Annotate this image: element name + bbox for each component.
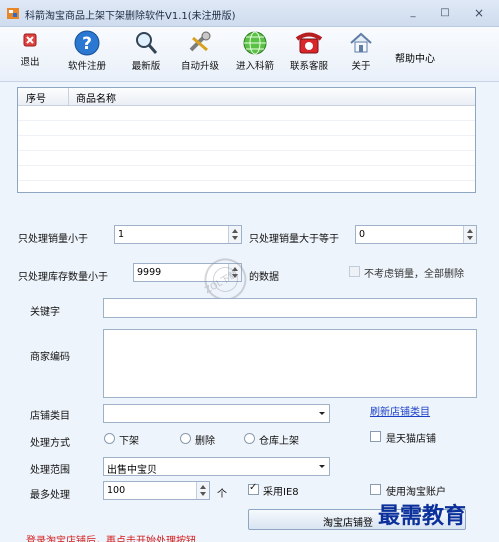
use-ie8-label: 采用IE8 <box>263 487 299 498</box>
max-spinner[interactable]: 100 <box>103 481 210 500</box>
exit-label: 退出 <box>20 57 40 68</box>
sales-more-spinner[interactable]: 0 <box>355 225 477 244</box>
max-label: 最多处理 <box>30 490 70 501</box>
latest-version-label: 最新版 <box>131 61 161 72</box>
radio-delete-label: 删除 <box>195 436 215 447</box>
contact-support-button[interactable]: 联系客服 <box>286 30 332 80</box>
auto-upgrade-label: 自动升级 <box>180 61 219 72</box>
sales-more-label: 只处理销量大于等于 <box>249 234 339 245</box>
use-ie8-checkbox[interactable] <box>248 482 259 495</box>
store-category-label: 店铺类目 <box>30 411 70 422</box>
window-title: 科箭淘宝商品上架下架删除软件V1.1(未注册版) <box>25 11 236 22</box>
enter-kejian-button[interactable]: 进入科箭 <box>232 30 278 80</box>
app-icon <box>7 8 19 19</box>
range-label: 处理范围 <box>30 465 70 476</box>
register-label: 软件注册 <box>67 61 106 72</box>
chevron-down-icon[interactable] <box>315 458 329 475</box>
minimize-button[interactable]: _ <box>404 5 422 21</box>
help-icon: ? <box>74 30 100 56</box>
range-value: 出售中宝贝 <box>107 465 157 476</box>
title-bar: 科箭淘宝商品上架下架删除软件V1.1(未注册版) _ □ × <box>0 0 499 27</box>
close-button[interactable]: × <box>470 5 488 21</box>
keyword-label: 关键字 <box>30 307 60 318</box>
tmall-checkbox[interactable] <box>370 431 381 442</box>
grid-header: 序号 商品名称 <box>18 88 475 106</box>
product-grid[interactable]: 序号 商品名称 <box>17 87 476 193</box>
exit-icon <box>23 33 37 47</box>
about-button[interactable]: 关于 <box>344 30 378 80</box>
keyword-input[interactable] <box>103 298 477 318</box>
help-center-link[interactable]: 帮助中心 <box>395 50 435 65</box>
stock-less-label: 只处理库存数量小于 <box>18 272 108 283</box>
merchant-code-label: 商家编码 <box>30 352 70 363</box>
globe-icon <box>243 31 267 55</box>
max-unit: 个 <box>217 489 227 500</box>
merchant-code-textarea[interactable] <box>103 329 477 398</box>
radio-unlist-label: 下架 <box>119 436 139 447</box>
enter-kejian-label: 进入科箭 <box>235 61 274 72</box>
latest-version-button[interactable]: 最新版 <box>127 30 165 80</box>
sales-more-value: 0 <box>359 229 366 240</box>
chevron-down-icon[interactable] <box>315 405 329 422</box>
store-category-select[interactable] <box>103 404 330 423</box>
magnifier-icon <box>136 32 158 54</box>
radio-warehouse-list[interactable] <box>244 433 255 444</box>
radio-warehouse-list-label: 仓库上架 <box>259 436 299 447</box>
tmall-label: 是天猫店铺 <box>386 434 436 445</box>
radio-unlist[interactable] <box>104 433 115 444</box>
grid-row-line <box>18 135 475 136</box>
phone-icon <box>295 32 323 54</box>
brand-watermark: 最需教育 <box>378 503 467 529</box>
grid-row-line <box>18 165 475 166</box>
grid-row-line <box>18 180 475 181</box>
column-product-name[interactable]: 商品名称 <box>76 90 116 105</box>
contact-support-label: 联系客服 <box>289 61 328 72</box>
svg-text:?: ? <box>82 34 92 54</box>
spinner-arrows[interactable] <box>463 226 476 243</box>
sales-less-spinner[interactable]: 1 <box>114 225 242 244</box>
toolbar: 退出 ? 软件注册 最新版 自动升级 进入科箭 联系客服 关于 帮助中心 <box>0 27 499 82</box>
register-button[interactable]: ? 软件注册 <box>63 30 111 80</box>
column-index[interactable]: 序号 <box>26 90 46 105</box>
sales-less-value: 1 <box>118 229 125 240</box>
notice-text: 登录淘宝店铺后，再点击开始处理按钮 <box>26 536 196 542</box>
range-select[interactable]: 出售中宝贝 <box>103 457 330 476</box>
exit-button[interactable]: 退出 <box>12 30 48 80</box>
spinner-arrows[interactable] <box>228 226 241 243</box>
about-label: 关于 <box>351 61 371 72</box>
max-value: 100 <box>107 485 126 496</box>
action-mode-label: 处理方式 <box>30 438 70 449</box>
use-taobao-account-label: 使用淘宝账户 <box>386 487 446 498</box>
spinner-arrows[interactable] <box>196 482 209 499</box>
auto-upgrade-button[interactable]: 自动升级 <box>177 30 223 80</box>
column-separator <box>68 88 69 106</box>
ignore-sales-label: 不考虑销量，全部删除 <box>364 269 464 280</box>
refresh-category-link[interactable]: 刷新店铺类目 <box>370 403 430 418</box>
use-taobao-account-checkbox[interactable] <box>370 484 381 495</box>
home-icon <box>350 32 372 53</box>
ignore-sales-checkbox[interactable] <box>349 266 360 277</box>
sales-less-label: 只处理销量小于 <box>18 234 88 245</box>
stock-less-value: 9999 <box>137 267 162 278</box>
grid-row-line <box>18 150 475 151</box>
radio-delete[interactable] <box>180 433 191 444</box>
grid-row-line <box>18 120 475 121</box>
wrench-icon <box>189 31 211 52</box>
maximize-button[interactable]: □ <box>436 5 454 21</box>
taobao-login-label: 淘宝店铺登 <box>323 518 373 529</box>
